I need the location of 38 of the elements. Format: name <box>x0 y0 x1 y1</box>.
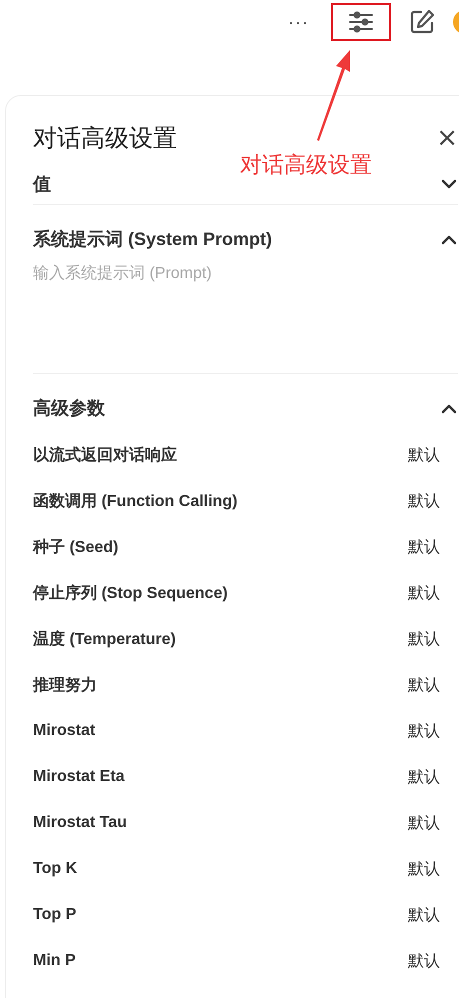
parameter-value[interactable]: 默认 <box>408 444 440 466</box>
more-button[interactable]: ··· <box>288 12 309 32</box>
parameter-value[interactable]: 默认 <box>408 674 440 696</box>
parameter-value[interactable]: 默认 <box>408 490 440 512</box>
parameter-label: Mirostat <box>33 722 96 740</box>
section-title: 值 <box>33 173 51 196</box>
parameter-label: 函数调用 (Function Calling) <box>33 492 238 512</box>
parameter-label: Mirostat Eta <box>33 768 125 786</box>
parameter-label: 推理努力 <box>33 676 97 696</box>
parameter-label: 温度 (Temperature) <box>33 629 176 650</box>
parameter-label: Mirostat Tau <box>33 814 127 832</box>
parameter-label: 以流式返回对话响应 <box>33 445 177 466</box>
parameter-value[interactable]: 默认 <box>408 720 440 742</box>
parameter-label: Top P <box>33 906 76 924</box>
parameter-value[interactable]: 默认 <box>408 950 440 972</box>
parameter-value[interactable]: 默认 <box>408 858 440 880</box>
parameter-label: Top K <box>33 860 78 878</box>
close-button[interactable]: × <box>436 125 458 151</box>
section-title: 高级参数 <box>33 397 105 420</box>
chevron-down-icon[interactable] <box>440 178 458 190</box>
edit-icon <box>409 9 435 35</box>
parameter-value[interactable]: 默认 <box>408 536 440 558</box>
parameter-value[interactable]: 默认 <box>408 766 440 788</box>
section-title: 系统提示词 (System Prompt) <box>33 228 272 251</box>
settings-button[interactable] <box>331 3 391 41</box>
sliders-icon <box>349 11 373 33</box>
parameter-label: 种子 (Seed) <box>33 538 118 558</box>
chevron-up-icon[interactable] <box>440 402 458 414</box>
parameter-value[interactable]: 默认 <box>408 812 440 834</box>
parameter-value[interactable]: 默认 <box>408 628 440 650</box>
chevron-up-icon[interactable] <box>440 233 458 245</box>
parameter-label: Min P <box>33 952 76 970</box>
section-header[interactable]: 高级参数 <box>33 388 458 428</box>
panel-title: 对话高级设置 <box>33 124 177 154</box>
section-header[interactable]: 系统提示词 (System Prompt) <box>33 219 458 259</box>
parameter-label: 停止序列 (Stop Sequence) <box>33 583 228 604</box>
parameter-value[interactable]: 默认 <box>408 904 440 926</box>
parameter-value[interactable]: 默认 <box>408 582 440 604</box>
